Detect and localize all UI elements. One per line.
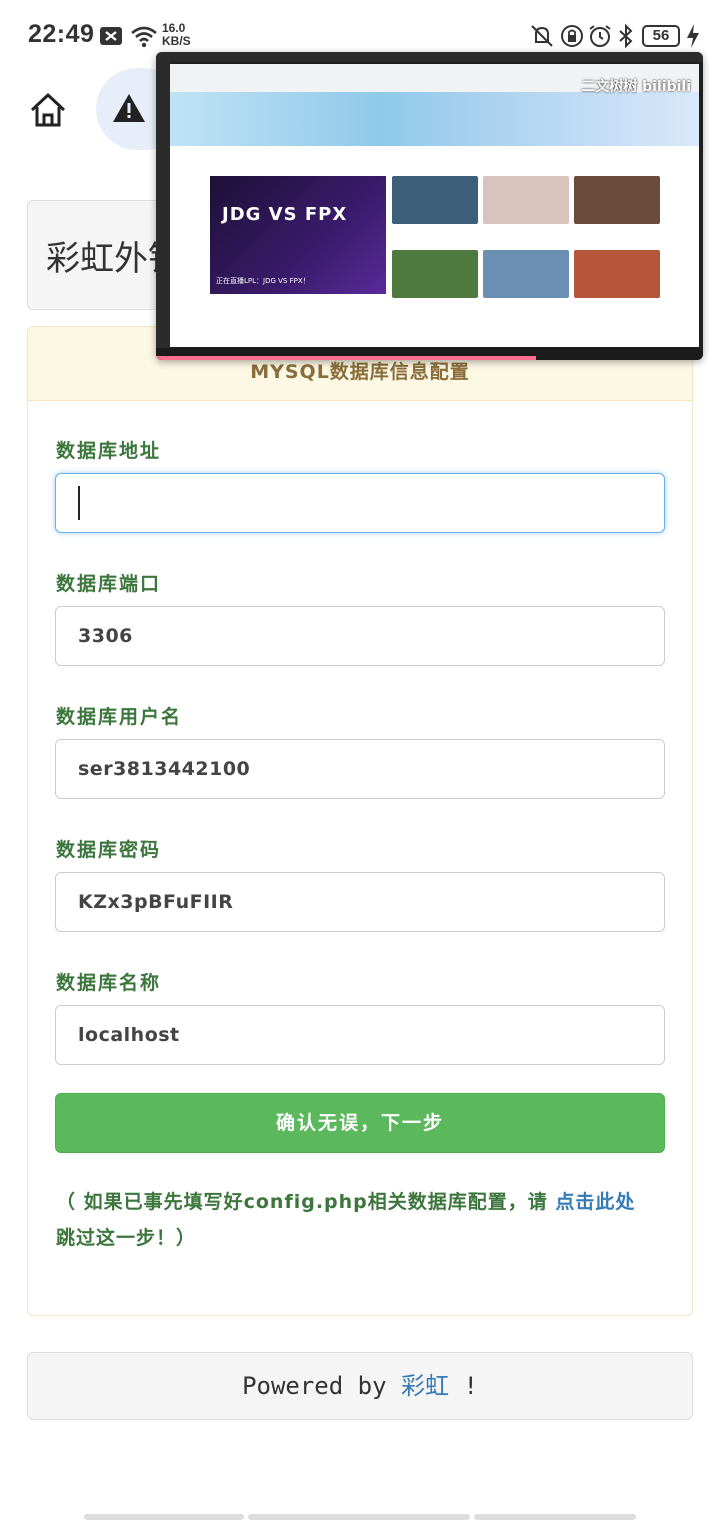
- video-thumbnail: [392, 176, 478, 224]
- watermark: 二文树树 bilibili: [581, 79, 691, 95]
- home-icon[interactable]: [28, 90, 68, 130]
- video-thumbnail: [483, 250, 569, 298]
- skip-note-prefix: （ 如果已事先填写好config.php相关数据库配置，请: [56, 1191, 556, 1213]
- db-password-input[interactable]: KZx3pBFuFIIR: [55, 872, 665, 932]
- db-user-label: 数据库用户名: [56, 706, 183, 728]
- db-name-label: 数据库名称: [56, 972, 162, 994]
- db-user-input[interactable]: ser3813442100: [55, 739, 665, 799]
- promo-caption: 正在直播LPL：JDG VS FPX！: [216, 277, 310, 285]
- lock-rotation-icon: [561, 25, 583, 47]
- video-thumbnail: [483, 176, 569, 224]
- db-host-label: 数据库地址: [56, 440, 162, 462]
- db-host-input[interactable]: [55, 473, 665, 533]
- close-box-icon: [100, 27, 122, 45]
- warning-icon: [113, 94, 145, 122]
- bottom-scroll-segment: [248, 1514, 470, 1520]
- bottom-scroll-segment: [84, 1514, 244, 1520]
- bluetooth-icon: [619, 23, 633, 49]
- site-banner: [170, 92, 699, 146]
- bell-muted-icon: [531, 25, 553, 47]
- alarm-icon: [589, 25, 611, 47]
- db-password-label: 数据库密码: [56, 839, 162, 861]
- floating-window-sidebar: [156, 62, 170, 350]
- floating-window[interactable]: 二文树树 bilibili JDG VS FPX 正在直播LPL：JDG VS …: [156, 52, 703, 360]
- charging-icon: [687, 24, 699, 48]
- skip-note-suffix: 跳过这一步！）: [56, 1227, 197, 1249]
- db-port-input[interactable]: 3306: [55, 606, 665, 666]
- bottom-scroll-segment: [474, 1514, 636, 1520]
- footer: Powered by 彩虹 !: [27, 1352, 693, 1420]
- footer-brand-link[interactable]: 彩虹: [401, 1372, 449, 1400]
- live-promo-card: JDG VS FPX 正在直播LPL：JDG VS FPX！: [210, 176, 386, 294]
- video-thumbnail: [574, 176, 660, 224]
- net-speed-unit: KB/S: [162, 34, 191, 48]
- skip-link[interactable]: 点击此处: [555, 1191, 635, 1213]
- wifi-icon: [131, 26, 157, 48]
- db-name-input[interactable]: localhost: [55, 1005, 665, 1065]
- promo-vs: JDG VS FPX: [222, 204, 348, 225]
- clock: 22:49: [28, 20, 95, 48]
- footer-prefix: Powered by: [242, 1372, 402, 1400]
- panel-title: MYSQL数据库信息配置: [250, 361, 470, 383]
- db-port-label: 数据库端口: [56, 573, 162, 595]
- confirm-next-button[interactable]: 确认无误，下一步: [55, 1093, 665, 1153]
- floating-window-page: 二文树树 bilibili JDG VS FPX 正在直播LPL：JDG VS …: [170, 64, 699, 347]
- footer-suffix: !: [449, 1372, 478, 1400]
- floating-window-titlebar[interactable]: [156, 52, 703, 62]
- network-speed: 16.0 KB/S: [162, 22, 191, 48]
- video-thumbnail: [392, 250, 478, 298]
- floating-window-progress: [156, 356, 536, 360]
- skip-note: （ 如果已事先填写好config.php相关数据库配置，请 点击此处 跳过这一步…: [56, 1184, 676, 1256]
- battery-level: 56: [642, 25, 680, 47]
- text-caret: [78, 486, 80, 520]
- video-thumbnail: [574, 250, 660, 298]
